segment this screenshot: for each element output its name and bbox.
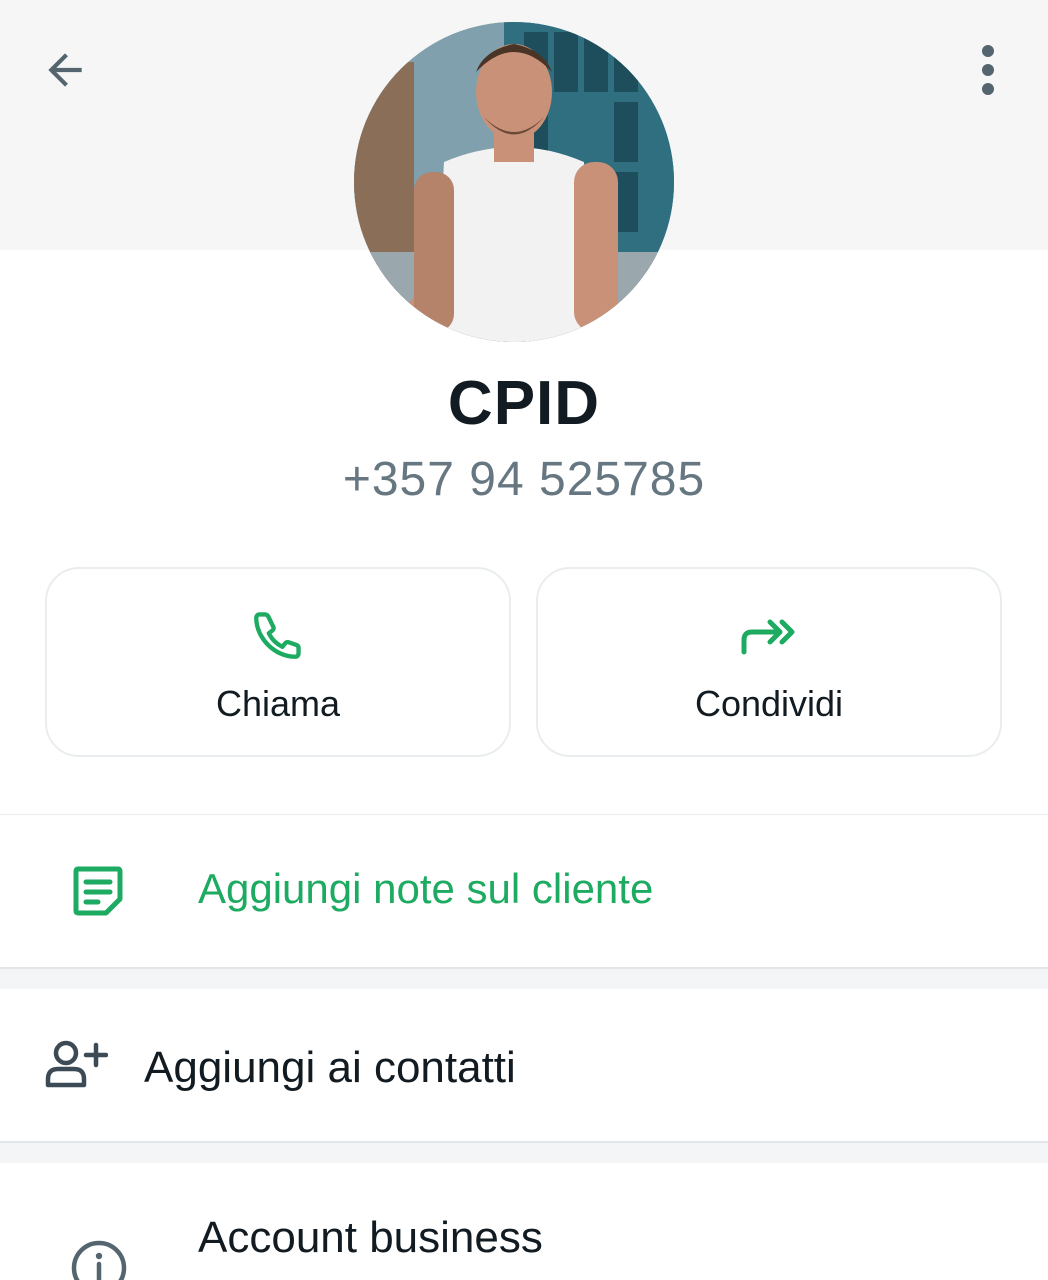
add-to-contacts-label: Aggiungi ai contatti [144,1043,516,1092]
business-account-row[interactable]: Account business [0,1163,1048,1280]
call-button[interactable]: Chiama [45,567,511,757]
more-vert-icon [982,45,994,95]
note-icon [70,863,126,919]
add-to-contacts-row[interactable]: Aggiungi ai contatti [0,989,1048,1141]
section-separator [0,967,1048,991]
share-button-label: Condividi [694,683,844,724]
add-person-icon [44,1039,108,1091]
share-forward-icon [737,603,801,667]
contact-phone: +357 94 525785 [342,453,706,506]
info-icon [70,1239,128,1280]
contact-name: CPID [447,369,601,438]
share-button[interactable]: Condividi [536,567,1002,757]
arrow-left-icon [48,53,82,87]
profile-photo [354,22,674,342]
more-options-button[interactable] [958,38,1018,102]
back-button[interactable] [30,38,100,102]
contact-info-screen: CPID +357 94 525785 Chiama Condividi Agg… [0,0,1048,1280]
avatar[interactable] [354,22,674,342]
call-button-label: Chiama [215,683,341,724]
phone-icon [246,603,310,667]
add-notes-label: Aggiungi note sul cliente [198,865,654,912]
section-separator [0,1141,1048,1165]
business-account-label: Account business [198,1213,543,1262]
add-notes-row[interactable]: Aggiungi note sul cliente [0,815,1048,967]
